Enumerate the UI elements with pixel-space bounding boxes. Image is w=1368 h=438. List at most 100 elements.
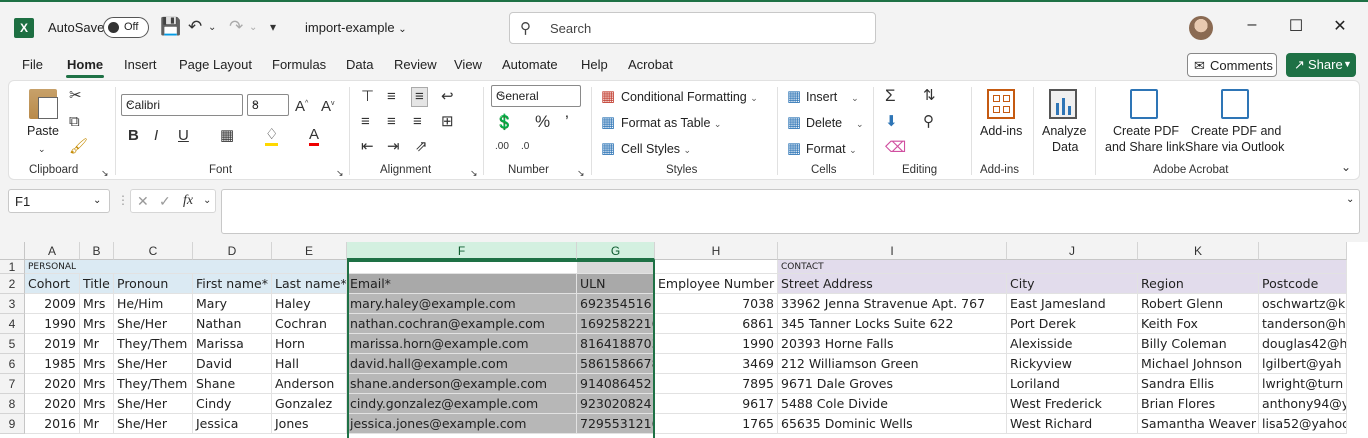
name-box[interactable]: F1 ⌄ — [8, 189, 110, 213]
data-cell[interactable]: 9140864521 — [577, 374, 655, 394]
column-header-k[interactable]: K — [1138, 242, 1259, 260]
cut-icon[interactable]: ✂ — [69, 88, 82, 104]
clear-icon[interactable]: ⌫ — [885, 140, 906, 156]
increase-decimal-icon[interactable]: .00 — [495, 139, 509, 155]
data-cell[interactable]: 33962 Jenna Stravenue Apt. 767 — [778, 294, 1007, 314]
data-cell[interactable]: 2009 — [25, 294, 80, 314]
header-cell[interactable]: Last name* — [272, 274, 347, 294]
data-cell[interactable]: She/Her — [114, 414, 193, 434]
percent-icon[interactable]: % — [535, 113, 550, 130]
create-pdf-share-link-button[interactable]: Create PDF — [1113, 124, 1179, 138]
format-as-table-button[interactable]: Format as Table ⌄ — [621, 116, 721, 130]
data-cell[interactable]: She/Her — [114, 394, 193, 414]
format-cells-icon[interactable]: ▦ — [787, 141, 801, 157]
data-cell[interactable]: anthony94@y — [1259, 394, 1347, 414]
align-middle-icon[interactable]: ≡ — [387, 89, 396, 105]
data-cell[interactable]: 9617 — [655, 394, 778, 414]
underline-icon[interactable]: U — [178, 128, 189, 144]
data-cell[interactable]: Brian Flores — [1138, 394, 1259, 414]
data-cell[interactable]: Port Derek — [1007, 314, 1138, 334]
data-cell[interactable]: Billy Coleman — [1138, 334, 1259, 354]
copy-icon[interactable]: ⧉ — [69, 114, 80, 130]
analyze-data-button[interactable]: Analyze — [1042, 124, 1086, 138]
row-header[interactable]: 2 — [0, 274, 25, 294]
data-cell[interactable]: 1985 — [25, 354, 80, 374]
add-ins-button[interactable]: Add-ins — [980, 124, 1022, 138]
row-header[interactable]: 7 — [0, 374, 25, 394]
header-cell[interactable]: First name* — [193, 274, 272, 294]
data-cell[interactable]: Anderson — [272, 374, 347, 394]
number-format-combo[interactable]: General ⌄ — [491, 85, 581, 107]
tab-insert[interactable]: Insert — [124, 57, 157, 72]
data-cell[interactable]: douglas42@h — [1259, 334, 1347, 354]
orientation-icon[interactable]: ⇗ — [415, 139, 428, 155]
increase-indent-icon[interactable]: ⇥ — [387, 139, 400, 155]
data-cell[interactable]: marissa.horn@example.com — [347, 334, 577, 354]
data-cell[interactable]: Mrs — [80, 314, 114, 334]
undo-dropdown-icon[interactable]: ⌄ — [208, 22, 216, 33]
minimize-icon[interactable]: – — [1240, 16, 1264, 34]
format-painter-icon[interactable]: 🖌 — [69, 139, 88, 155]
header-cell[interactable]: Employee Number — [655, 274, 778, 294]
delete-cells-button[interactable]: Delete ⌄ — [806, 116, 864, 130]
data-cell[interactable]: Shane — [193, 374, 272, 394]
data-cell[interactable]: 2020 — [25, 394, 80, 414]
data-cell[interactable]: Alexisside — [1007, 334, 1138, 354]
header-cell[interactable]: ULN — [577, 274, 655, 294]
font-color-icon[interactable]: A — [309, 127, 320, 146]
data-cell[interactable]: 6923545161 — [577, 294, 655, 314]
data-cell[interactable]: 7295531216 — [577, 414, 655, 434]
analyze-data-icon[interactable] — [1049, 89, 1077, 119]
maximize-icon[interactable]: ☐ — [1284, 16, 1308, 36]
data-cell[interactable]: oschwartz@ki — [1259, 294, 1347, 314]
font-launcher-icon[interactable]: ↘ — [336, 165, 344, 181]
tab-data[interactable]: Data — [346, 57, 373, 72]
section-personal[interactable]: PERSONAL — [25, 260, 347, 274]
delete-cells-icon[interactable]: ▦ — [787, 115, 801, 131]
column-header-f[interactable]: F — [347, 242, 577, 260]
autosum-icon[interactable]: Σ — [885, 87, 896, 104]
data-cell[interactable]: tanderson@hi — [1259, 314, 1347, 334]
align-bottom-icon[interactable]: ≡ — [411, 87, 428, 107]
data-cell[interactable]: Keith Fox — [1138, 314, 1259, 334]
pdf-share-link-icon[interactable] — [1130, 89, 1158, 119]
data-cell[interactable]: lisa52@yahoo — [1259, 414, 1347, 434]
cell-styles-button[interactable]: Cell Styles ⌄ — [621, 142, 691, 156]
data-cell[interactable]: David — [193, 354, 272, 374]
header-cell[interactable]: Pronoun — [114, 274, 193, 294]
data-cell[interactable]: Mary — [193, 294, 272, 314]
data-cell[interactable]: Mrs — [80, 354, 114, 374]
data-cell[interactable]: She/Her — [114, 314, 193, 334]
align-top-icon[interactable]: ⊤ — [361, 89, 374, 105]
data-cell[interactable]: Robert Glenn — [1138, 294, 1259, 314]
conditional-formatting-icon[interactable]: ▦ — [601, 89, 615, 105]
row-header[interactable]: 5 — [0, 334, 25, 354]
align-right-icon[interactable]: ≡ — [413, 114, 422, 130]
column-header-g[interactable]: G — [577, 242, 655, 260]
alignment-launcher-icon[interactable]: ↘ — [470, 165, 478, 181]
header-cell[interactable]: Region — [1138, 274, 1259, 294]
cancel-icon[interactable]: ✕ — [137, 193, 149, 210]
data-cell[interactable]: shane.anderson@example.com — [347, 374, 577, 394]
section-contact[interactable]: CONTACT — [778, 260, 1347, 274]
fill-icon[interactable]: ⬇ — [885, 114, 898, 130]
cell[interactable] — [655, 260, 778, 274]
formula-input[interactable] — [221, 189, 1360, 234]
data-cell[interactable]: 2020 — [25, 374, 80, 394]
data-cell[interactable]: david.hall@example.com — [347, 354, 577, 374]
find-select-icon[interactable]: ⚲ — [923, 114, 934, 130]
data-cell[interactable]: lwright@turn — [1259, 374, 1347, 394]
paste-icon[interactable] — [29, 89, 58, 119]
borders-icon[interactable]: ▦ — [220, 128, 234, 144]
data-cell[interactable]: cindy.gonzalez@example.com — [347, 394, 577, 414]
cell-styles-icon[interactable]: ▦ — [601, 141, 615, 157]
data-cell[interactable]: Horn — [272, 334, 347, 354]
data-cell[interactable]: Michael Johnson — [1138, 354, 1259, 374]
align-left-icon[interactable]: ≡ — [361, 114, 370, 130]
comments-button[interactable]: ✉ Comments — [1187, 53, 1277, 77]
tab-acrobat[interactable]: Acrobat — [628, 57, 673, 72]
column-header-a[interactable]: A — [25, 242, 80, 260]
data-cell[interactable]: jessica.jones@example.com — [347, 414, 577, 434]
data-cell[interactable]: Hall — [272, 354, 347, 374]
decrease-indent-icon[interactable]: ⇤ — [361, 139, 374, 155]
